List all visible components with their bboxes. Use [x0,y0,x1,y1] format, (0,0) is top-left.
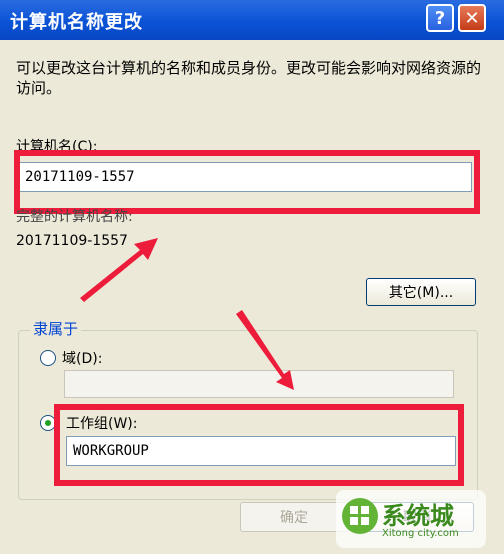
watermark-logo-icon: 系统城 Xitong city.com [336,490,486,548]
computer-name-dialog: 计算机名称更改 ? ✕ 可以更改这台计算机的名称和成员身份。更改可能会影响对网络… [0,0,504,554]
watermark-sub: Xitong city.com [382,528,459,539]
arrow-icon [80,238,294,390]
watermark-text: 系统城 [382,502,454,530]
